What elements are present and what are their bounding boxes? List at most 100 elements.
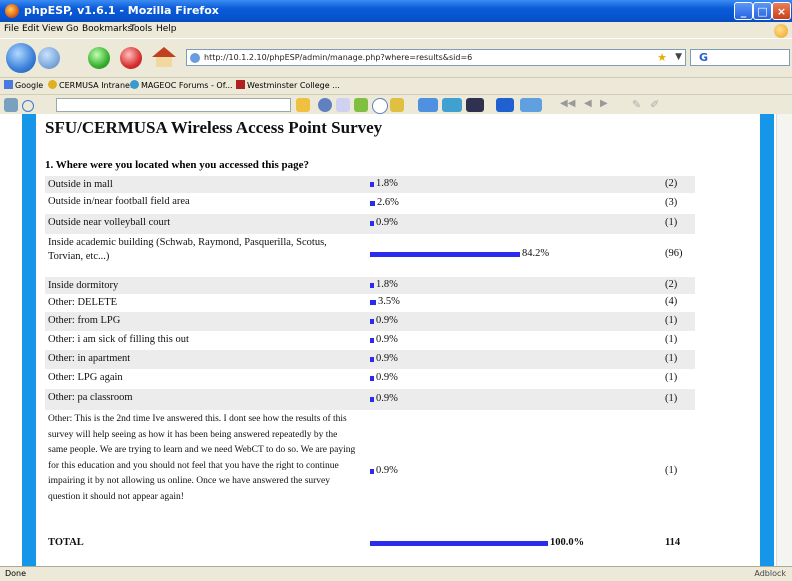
menu-file[interactable]: File xyxy=(4,24,19,34)
table-row: Other: from LPG 0.9% (1) xyxy=(45,312,695,331)
percent-bar xyxy=(370,252,520,257)
minimize-button[interactable]: _ xyxy=(734,2,753,20)
percent-value: 0.9% xyxy=(376,393,398,404)
address-bar[interactable]: http://10.1.2.10/phpESP/admin/manage.php… xyxy=(186,49,686,66)
percent-bar xyxy=(370,357,374,362)
group-icon[interactable] xyxy=(442,98,462,112)
google-icon xyxy=(4,80,13,89)
first-page-icon[interactable]: ◀◀ xyxy=(560,98,575,112)
answer-label: Other: in apartment xyxy=(48,353,131,364)
answer-label: Other: pa classroom xyxy=(48,392,133,403)
percent-value: 3.5% xyxy=(378,296,400,307)
percent-bar xyxy=(370,541,548,546)
percent-value: 0.9% xyxy=(376,334,398,345)
left-border-stripe xyxy=(22,114,36,566)
bookmark-star-icon[interactable]: ★ xyxy=(657,51,667,64)
percent-bar xyxy=(370,221,374,226)
home-icon xyxy=(152,47,176,57)
chevron-down-icon[interactable]: ▼ xyxy=(675,52,682,62)
puzzle-icon[interactable] xyxy=(354,98,368,112)
home-button[interactable] xyxy=(152,47,176,67)
percent-bar xyxy=(370,182,374,187)
circle-icon[interactable] xyxy=(22,100,34,112)
bulb-icon xyxy=(48,80,57,89)
answer-label: Outside in/near football field area xyxy=(48,196,190,207)
percent-value: 1.8% xyxy=(376,279,398,290)
response-count: (1) xyxy=(665,393,678,404)
total-label: TOTAL xyxy=(48,537,84,548)
right-border-stripe xyxy=(760,114,774,566)
menu-bar: File Edit View Go Bookmarks Tools Help xyxy=(0,22,792,38)
previous-icon[interactable]: ◀ xyxy=(584,98,598,112)
status-text: Done xyxy=(5,569,27,578)
answer-label: Other: i am sick of filling this out xyxy=(48,334,189,345)
menu-help[interactable]: Help xyxy=(156,24,177,34)
percent-value: 100.0% xyxy=(550,537,585,548)
window-title: phpESP, v1.6.1 - Mozilla Firefox xyxy=(24,4,219,17)
bookmark-westminster[interactable]: Westminster College ... xyxy=(236,80,340,90)
menu-view[interactable]: View xyxy=(42,24,63,34)
bookmark-google[interactable]: Google xyxy=(4,80,43,90)
bookmark-mageoc[interactable]: MAGEOC Forums - Of... xyxy=(130,80,233,90)
question-text: 1. Where were you located when you acces… xyxy=(45,159,309,171)
percent-value: 0.9% xyxy=(376,465,398,476)
window-title-bar: phpESP, v1.6.1 - Mozilla Firefox _ □ × xyxy=(0,0,792,22)
eraser-icon[interactable]: ✐ xyxy=(650,98,664,112)
response-count: (1) xyxy=(665,334,678,345)
next-icon[interactable]: ▶ xyxy=(600,98,614,112)
total-count: 114 xyxy=(665,537,681,548)
maximize-button[interactable]: □ xyxy=(753,2,772,20)
menu-tools[interactable]: Tools xyxy=(130,24,152,34)
response-count: (2) xyxy=(665,178,678,189)
response-count: (3) xyxy=(665,197,678,208)
chat-icon[interactable] xyxy=(372,98,388,114)
graduation-cap-icon[interactable] xyxy=(466,98,484,112)
response-count: (1) xyxy=(665,372,678,383)
people-icon[interactable] xyxy=(418,98,438,112)
firefox-icon xyxy=(5,4,19,18)
stats-icon[interactable] xyxy=(496,98,514,112)
users-icon[interactable] xyxy=(520,98,542,112)
folder-icon[interactable] xyxy=(390,98,404,112)
percent-value: 2.6% xyxy=(377,197,399,208)
table-row: Other: LPG again 0.9% (1) xyxy=(45,369,695,389)
bookmark-cermusa[interactable]: CERMUSA Intranet xyxy=(48,80,133,90)
search-box[interactable]: G xyxy=(690,49,790,66)
answer-label: Outside in mall xyxy=(48,179,113,190)
vertical-scrollbar[interactable] xyxy=(776,114,792,566)
answer-label: Other: from LPG xyxy=(48,315,121,326)
highlight-icon[interactable] xyxy=(296,98,310,112)
table-row: Inside dormitory 1.8% (2) xyxy=(45,277,695,294)
bookmarks-toolbar: Google CERMUSA Intranet MAGEOC Forums - … xyxy=(0,77,792,94)
menu-go[interactable]: Go xyxy=(66,24,78,34)
table-row: Other: pa classroom 0.9% (1) xyxy=(45,389,695,410)
menu-edit[interactable]: Edit xyxy=(22,24,39,34)
response-count: (1) xyxy=(665,315,678,326)
percent-bar xyxy=(370,469,374,474)
adblock-label[interactable]: Adblock xyxy=(754,569,786,578)
reload-button[interactable] xyxy=(88,47,110,69)
page-icon[interactable] xyxy=(336,98,350,112)
percent-value: 0.9% xyxy=(376,217,398,228)
answer-label: Other: This is the 2nd time Ive answered… xyxy=(48,414,356,502)
status-bar: Done Adblock xyxy=(0,566,792,581)
college-icon xyxy=(236,80,245,89)
response-count: (1) xyxy=(665,465,678,476)
percent-bar xyxy=(370,319,374,324)
menu-bookmarks[interactable]: Bookmarks xyxy=(82,24,132,34)
forward-button[interactable] xyxy=(38,47,60,69)
percent-bar xyxy=(370,283,374,288)
percent-bar xyxy=(370,201,375,206)
percent-bar xyxy=(370,376,374,381)
percent-bar xyxy=(370,338,374,343)
percent-value: 1.8% xyxy=(376,178,398,189)
percent-bar xyxy=(370,300,376,305)
back-button[interactable] xyxy=(6,43,36,73)
stop-button[interactable] xyxy=(120,47,142,69)
pen-icon[interactable]: ✎ xyxy=(632,98,646,112)
toolbar-search-input[interactable] xyxy=(56,98,291,112)
page-content: SFU/CERMUSA Wireless Access Point Survey… xyxy=(0,114,792,566)
close-button[interactable]: × xyxy=(772,2,791,20)
globe-icon[interactable] xyxy=(318,98,332,112)
table-row: Outside in/near football field area 2.6% (… xyxy=(45,193,695,214)
